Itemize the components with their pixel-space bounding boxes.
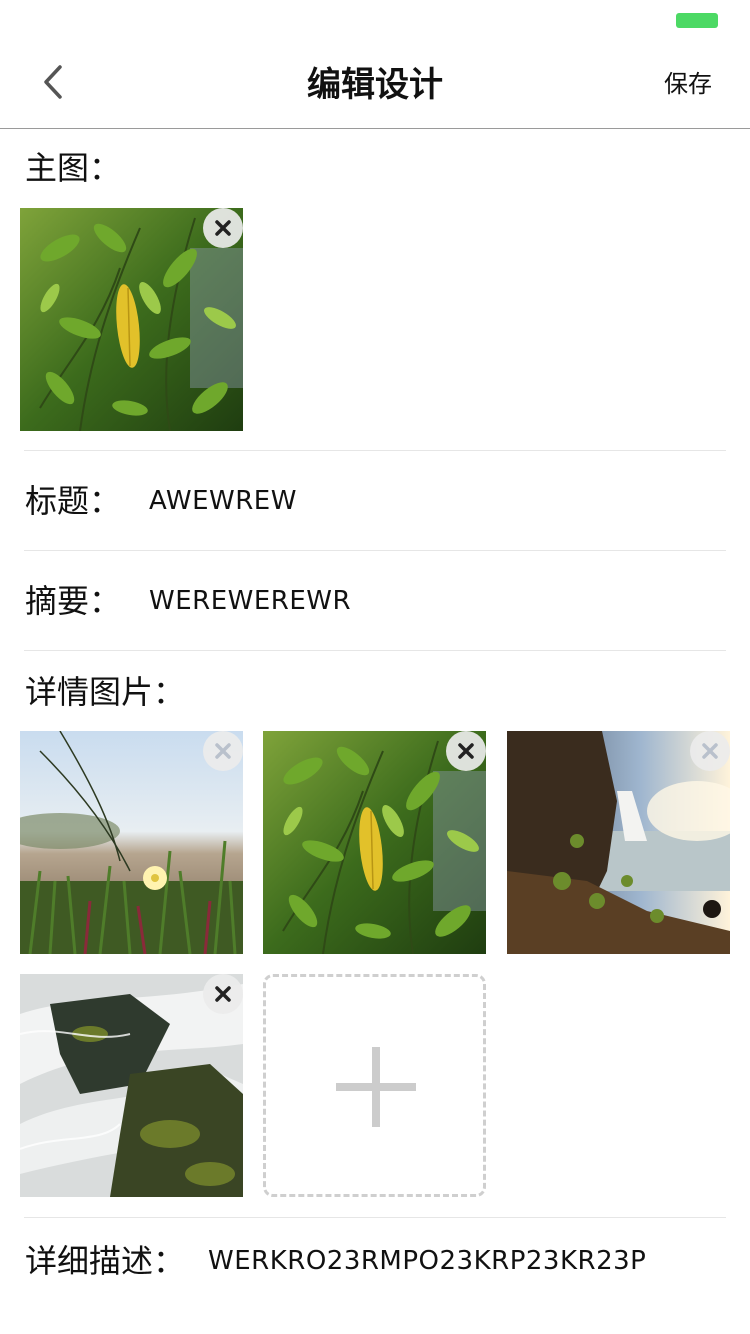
divider [24, 650, 726, 651]
page-title: 编辑设计 [307, 65, 443, 105]
detail-image-thumbnail[interactable] [20, 731, 243, 954]
save-button[interactable]: 保存 [664, 66, 712, 102]
description-label: 详细描述： [25, 1242, 186, 1280]
detail-image-thumbnail[interactable] [507, 731, 730, 954]
remove-detail-image-button[interactable] [446, 731, 486, 771]
close-icon [702, 743, 718, 759]
main-image-thumbnail[interactable] [20, 208, 243, 431]
detail-images-label: 详情图片： [25, 673, 186, 711]
description-input[interactable]: WERKRO23RMPO23KRP23KR23P [208, 1240, 646, 1282]
close-icon [458, 743, 474, 759]
summary-label: 摘要： [25, 582, 122, 620]
main-image-label: 主图： [25, 149, 122, 187]
detail-image-thumbnail[interactable] [20, 974, 243, 1197]
plus-icon [336, 1047, 416, 1127]
divider [24, 550, 726, 551]
close-icon [215, 986, 231, 1002]
detail-image-thumbnail[interactable] [263, 731, 486, 954]
close-icon [215, 220, 231, 236]
divider [24, 450, 726, 451]
divider [24, 1217, 726, 1218]
remove-detail-image-button[interactable] [203, 731, 243, 771]
battery-icon [676, 13, 718, 28]
title-input[interactable]: AWEWREW [149, 480, 297, 522]
title-label: 标题： [25, 482, 122, 520]
status-bar [0, 0, 750, 40]
remove-main-image-button[interactable] [203, 208, 243, 248]
close-icon [215, 743, 231, 759]
summary-input[interactable]: WEREWEREWR [149, 580, 351, 622]
add-image-button[interactable] [263, 974, 486, 1197]
back-button[interactable] [30, 58, 78, 106]
remove-detail-image-button[interactable] [203, 974, 243, 1014]
navigation-bar: 编辑设计 保存 [0, 40, 750, 129]
chevron-left-icon [44, 65, 62, 99]
remove-detail-image-button[interactable] [690, 731, 730, 771]
